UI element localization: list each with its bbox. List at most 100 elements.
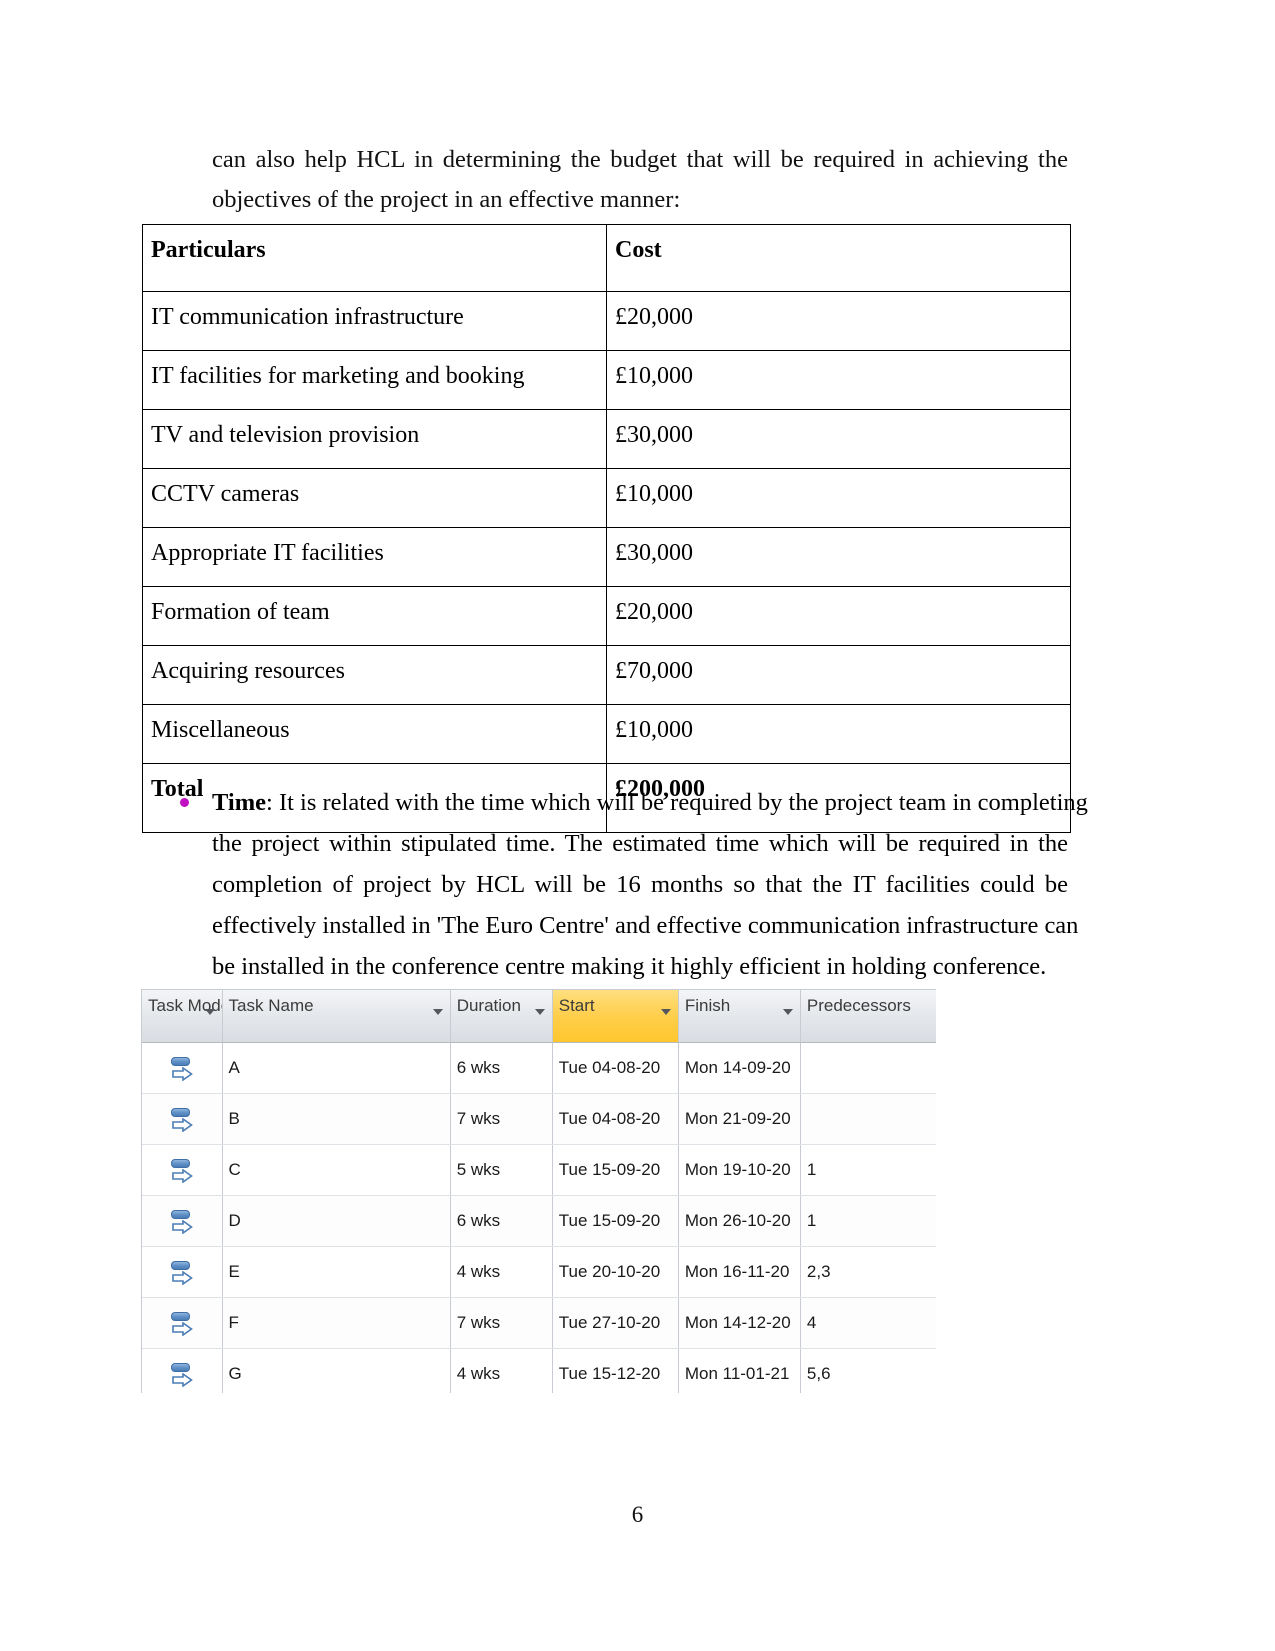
cell-particulars: Acquiring resources [142,645,607,705]
cell-predecessors[interactable]: 5,6 [800,1348,936,1393]
cell-cost: £10,000 [606,468,1071,528]
chevron-down-icon[interactable] [432,1009,443,1015]
cell-particulars: CCTV cameras [142,468,607,528]
cell-task-name[interactable]: F [222,1297,451,1349]
time-bullet-text: Time: It is related with the time which … [212,782,1088,987]
task-row[interactable]: G 4 wks Tue 15-12-20 Mon 11-01-21 5,6 [142,1348,936,1393]
chevron-down-icon[interactable] [534,1009,545,1015]
cell-task-mode[interactable] [142,1195,223,1247]
cell-particulars: TV and television provision [142,409,607,469]
cell-predecessors[interactable]: 4 [800,1297,936,1349]
cell-task-name[interactable]: B [222,1093,451,1145]
table-row: IT facilities for marketing and booking … [142,350,1071,410]
task-row[interactable]: A 6 wks Tue 04-08-20 Mon 14-09-20 [142,1042,936,1094]
document-page: can also help HCL in determining the bud… [0,0,1275,1651]
chevron-down-icon[interactable] [782,1009,793,1015]
chevron-down-icon[interactable] [204,1009,215,1015]
cell-task-name[interactable]: D [222,1195,451,1247]
cell-start[interactable]: Tue 15-09-20 [552,1144,679,1196]
cell-duration[interactable]: 7 wks [450,1093,553,1145]
cell-finish[interactable]: Mon 19-10-20 [678,1144,801,1196]
column-header-predecessors[interactable]: Predecessors [800,990,936,1043]
task-row[interactable]: E 4 wks Tue 20-10-20 Mon 16-11-20 2,3 [142,1246,936,1298]
cell-task-mode[interactable] [142,1348,223,1393]
time-bullet-line-3: completion of project by HCL will be 16 … [212,871,1068,898]
manually-scheduled-icon [169,1208,195,1234]
cell-task-name[interactable]: A [222,1042,451,1094]
cell-cost: £30,000 [606,409,1071,469]
ms-project-task-grid[interactable]: Task Mode Task Name Duration Start Finis… [141,989,936,1393]
time-bullet-line-2: the project within stipulated time. The … [212,830,1068,857]
column-header-particulars: Particulars [142,224,607,292]
cell-duration[interactable]: 5 wks [450,1144,553,1196]
table-row: Miscellaneous £10,000 [142,704,1071,764]
column-header-start[interactable]: Start [552,990,679,1043]
manually-scheduled-icon [169,1055,195,1081]
cell-cost: £10,000 [606,704,1071,764]
cell-duration[interactable]: 6 wks [450,1042,553,1094]
column-header-task-name[interactable]: Task Name [222,990,451,1043]
chevron-down-icon[interactable] [660,1009,671,1015]
cell-duration[interactable]: 7 wks [450,1297,553,1349]
cell-predecessors[interactable] [800,1042,936,1094]
budget-cost-table: Particulars Cost IT communication infras… [142,224,1071,833]
cell-task-name[interactable]: E [222,1246,451,1298]
table-header-row: Particulars Cost [142,224,1071,292]
column-header-finish[interactable]: Finish [678,990,801,1043]
manually-scheduled-icon [169,1157,195,1183]
manually-scheduled-icon [169,1361,195,1387]
cell-finish[interactable]: Mon 11-01-21 [678,1348,801,1393]
cell-task-name[interactable]: G [222,1348,451,1393]
cell-start[interactable]: Tue 27-10-20 [552,1297,679,1349]
cell-finish[interactable]: Mon 21-09-20 [678,1093,801,1145]
page-number: 6 [631,1502,644,1527]
cell-duration[interactable]: 4 wks [450,1348,553,1393]
column-header-cost: Cost [606,224,1071,292]
cell-cost: £30,000 [606,527,1071,587]
time-bullet-line-4: effectively installed in 'The Euro Centr… [212,912,1079,939]
cell-finish[interactable]: Mon 16-11-20 [678,1246,801,1298]
cell-task-mode[interactable] [142,1093,223,1145]
cell-cost: £20,000 [606,291,1071,351]
cell-duration[interactable]: 6 wks [450,1195,553,1247]
cell-particulars: Formation of team [142,586,607,646]
table-row: Appropriate IT facilities £30,000 [142,527,1071,587]
cell-task-mode[interactable] [142,1144,223,1196]
task-row[interactable]: F 7 wks Tue 27-10-20 Mon 14-12-20 4 [142,1297,936,1349]
cell-task-mode[interactable] [142,1246,223,1298]
column-header-task-mode[interactable]: Task Mode [142,990,223,1043]
cell-task-mode[interactable] [142,1297,223,1349]
cell-predecessors[interactable]: 1 [800,1195,936,1247]
cell-predecessors[interactable] [800,1093,936,1145]
cell-finish[interactable]: Mon 26-10-20 [678,1195,801,1247]
project-grid-table: Task Mode Task Name Duration Start Finis… [142,990,936,1393]
manually-scheduled-icon [169,1259,195,1285]
task-row[interactable]: C 5 wks Tue 15-09-20 Mon 19-10-20 1 [142,1144,936,1196]
cell-finish[interactable]: Mon 14-12-20 [678,1297,801,1349]
time-bullet-label: Time [212,789,266,816]
time-bullet-colon: : [266,789,273,816]
table-row: CCTV cameras £10,000 [142,468,1071,528]
cell-start[interactable]: Tue 15-09-20 [552,1195,679,1247]
time-bullet-line-1: Time: It is related with the time which … [212,782,1088,823]
cell-finish[interactable]: Mon 14-09-20 [678,1042,801,1094]
column-header-task-name-label: Task Name [228,996,314,1015]
column-header-duration[interactable]: Duration [450,990,553,1043]
cell-start[interactable]: Tue 15-12-20 [552,1348,679,1393]
cell-start[interactable]: Tue 04-08-20 [552,1042,679,1094]
cell-particulars: Appropriate IT facilities [142,527,607,587]
cell-predecessors[interactable]: 1 [800,1144,936,1196]
cell-task-mode[interactable] [142,1042,223,1094]
time-bullet-line-5: be installed in the conference centre ma… [212,953,1047,980]
cell-start[interactable]: Tue 20-10-20 [552,1246,679,1298]
cell-start[interactable]: Tue 04-08-20 [552,1093,679,1145]
table-row: TV and television provision £30,000 [142,409,1071,469]
cell-duration[interactable]: 4 wks [450,1246,553,1298]
project-grid-body: A 6 wks Tue 04-08-20 Mon 14-09-20 B 7 wk… [142,1042,936,1393]
cell-particulars: Miscellaneous [142,704,607,764]
cell-predecessors[interactable]: 2,3 [800,1246,936,1298]
cell-cost: £10,000 [606,350,1071,410]
task-row[interactable]: D 6 wks Tue 15-09-20 Mon 26-10-20 1 [142,1195,936,1247]
cell-task-name[interactable]: C [222,1144,451,1196]
task-row[interactable]: B 7 wks Tue 04-08-20 Mon 21-09-20 [142,1093,936,1145]
